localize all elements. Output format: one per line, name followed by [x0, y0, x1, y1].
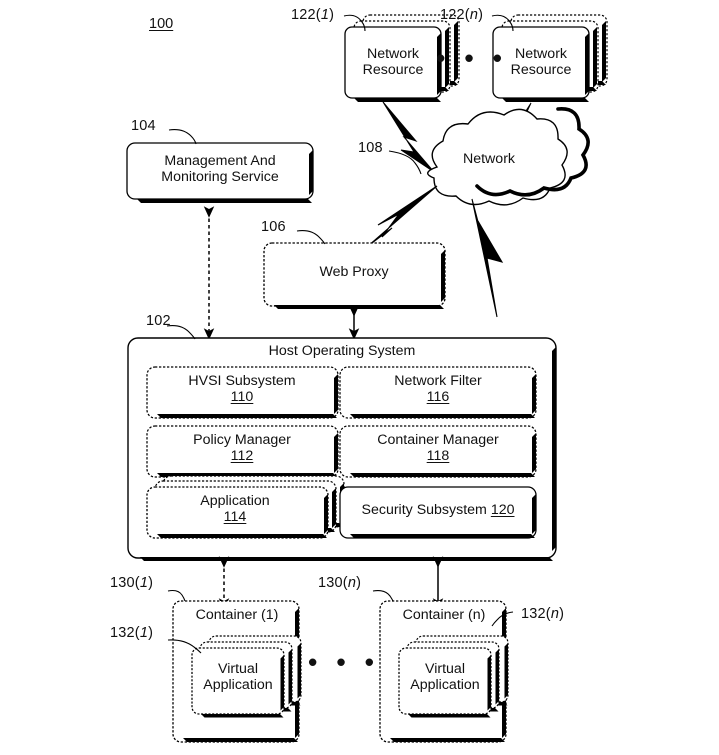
lightning-bolt-left-resource	[382, 101, 435, 173]
policy-manager-ref: 112	[230, 447, 254, 464]
leader-102	[166, 325, 196, 340]
lightning-bolt-cloud-to-proxy	[367, 185, 438, 247]
leader-130-n	[372, 590, 394, 602]
network-filter-label: Network Filter 116	[394, 373, 482, 406]
web-proxy-label: Web Proxy	[319, 264, 389, 280]
hvsi-subsystem-title: HVSI Subsystem	[188, 373, 296, 389]
lightning-bolt-cloud-to-filter	[471, 198, 504, 318]
virtual-application-1-line2: Application	[203, 676, 273, 693]
network-filter-title: Network Filter	[394, 373, 482, 389]
network-resource-1-label: Network Resource	[362, 46, 424, 79]
network-resource-n-label: Network Resource	[510, 46, 572, 79]
network-cloud-label: Network	[462, 151, 516, 167]
virtual-application-1-line1: Virtual	[218, 661, 258, 677]
network-resource-n-line2: Resource	[510, 61, 572, 78]
virtual-application-1-label: Virtual Application	[203, 661, 273, 694]
ref-label-132-1: 132(1)	[110, 625, 154, 641]
ellipsis-bottom: • • •	[308, 647, 380, 677]
ref-label-122-n: 122(n)	[440, 7, 484, 23]
security-subsystem-title: Security Subsystem	[361, 502, 487, 518]
ref-label-104: 104	[131, 118, 156, 134]
container-manager-label: Container Manager 118	[377, 432, 499, 465]
ref-label-106: 106	[261, 219, 286, 235]
ref-label-102: 102	[146, 313, 171, 329]
policy-manager-title: Policy Manager	[193, 432, 291, 448]
virtual-application-n-line1: Virtual	[425, 661, 465, 677]
management-service-line2: Monitoring Service	[161, 168, 279, 185]
application-ref: 114	[223, 508, 247, 525]
virtual-application-n-label: Virtual Application	[410, 661, 480, 694]
container-1-label: Container (1)	[195, 607, 279, 623]
network-resource-1-line2: Resource	[362, 61, 424, 78]
policy-manager-label: Policy Manager 112	[193, 432, 291, 465]
security-subsystem-ref: 120	[490, 502, 515, 518]
application-title: Application	[200, 493, 270, 509]
leader-130-1	[167, 589, 186, 602]
hvsi-subsystem-label: HVSI Subsystem 110	[188, 373, 296, 406]
ref-label-130-n: 130(n)	[318, 575, 362, 591]
figure-number: 100	[149, 16, 174, 32]
ellipsis-top: • • •	[436, 43, 508, 73]
container-n-label: Container (n)	[402, 607, 486, 623]
host-operating-system-title: Host Operating System	[268, 343, 416, 359]
diagram-artwork	[126, 14, 608, 743]
figure-canvas: 100 122(1) 122(n) Network Resource Netwo…	[0, 0, 719, 755]
leader-104	[168, 129, 197, 145]
ref-label-108: 108	[358, 140, 383, 156]
virtual-application-n-line2: Application	[410, 676, 480, 693]
network-resource-1-line1: Network	[366, 46, 420, 62]
ref-label-122-1: 122(1)	[291, 7, 335, 23]
ref-label-132-n: 132(n)	[521, 606, 565, 622]
hvsi-subsystem-ref: 110	[230, 388, 254, 405]
container-manager-title: Container Manager	[377, 432, 499, 448]
network-resource-n-line1: Network	[514, 46, 568, 62]
leader-106	[296, 230, 326, 245]
security-subsystem-label: Security Subsystem 120	[361, 502, 515, 519]
management-service-line1: Management And	[164, 153, 276, 169]
application-label: Application 114	[200, 493, 270, 526]
container-manager-ref: 118	[426, 447, 450, 464]
ref-label-130-1: 130(1)	[110, 575, 154, 591]
management-monitoring-service-label: Management And Monitoring Service	[161, 153, 279, 186]
network-filter-ref: 116	[426, 388, 450, 405]
